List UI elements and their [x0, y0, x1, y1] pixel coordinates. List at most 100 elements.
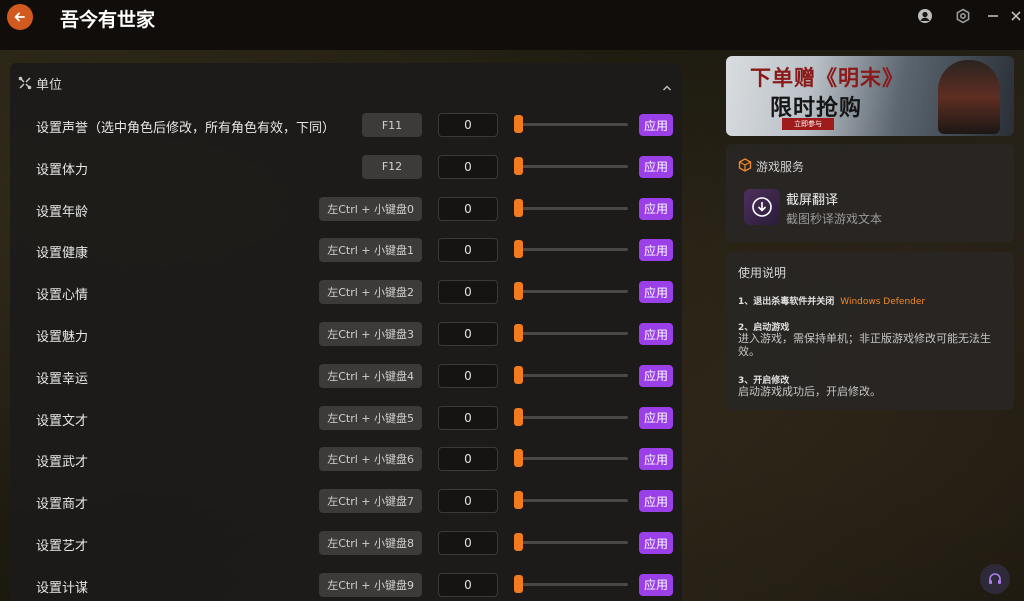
settings-icon	[956, 8, 970, 24]
value-input[interactable]: 0	[438, 489, 498, 514]
setting-label: 设置体力	[36, 162, 89, 178]
service-name[interactable]: 截屏翻译	[786, 189, 838, 208]
apply-button[interactable]: 应用	[639, 239, 673, 262]
value-input[interactable]: 0	[438, 113, 498, 137]
value-input[interactable]: 0	[438, 572, 498, 597]
user-icon	[918, 9, 932, 23]
value-slider[interactable]	[516, 123, 628, 126]
hotkey-button[interactable]: F11	[362, 113, 422, 137]
value-slider[interactable]	[516, 499, 628, 503]
value-slider[interactable]	[516, 332, 628, 335]
hotkey-button[interactable]: 左Ctrl + 小键盘1	[319, 238, 422, 263]
setting-label: 设置商才	[36, 497, 89, 513]
back-arrow-icon	[14, 12, 25, 22]
banner-cta[interactable]: 立即参与	[782, 118, 834, 130]
setting-label: 设置声誉（选中角色后修改，所有角色有效，下同）	[36, 121, 336, 136]
apply-button[interactable]: 应用	[639, 323, 673, 345]
slider-handle[interactable]	[514, 240, 523, 259]
value-slider[interactable]	[516, 248, 628, 252]
setting-row: 设置幸运 左Ctrl + 小键盘4 0 应用	[10, 363, 682, 406]
screenshot-translate-button[interactable]	[744, 189, 780, 225]
value-slider[interactable]	[516, 457, 628, 461]
value-slider[interactable]	[516, 290, 628, 294]
chevron-up-icon	[662, 85, 672, 91]
apply-button[interactable]: 应用	[639, 281, 673, 304]
game-services-card: 游戏服务 截屏翻译 截图秒译游戏文本	[726, 144, 1014, 242]
setting-label: 设置健康	[36, 246, 89, 262]
instructions-card: 使用说明 1、退出杀毒软件并关闭 Windows Defender 2、启动游戏 …	[726, 252, 1014, 410]
hotkey-button[interactable]: 左Ctrl + 小键盘9	[319, 572, 422, 597]
setting-row: 设置武才 左Ctrl + 小键盘6 0 应用	[10, 447, 682, 489]
apply-button[interactable]: 应用	[639, 114, 673, 136]
slider-handle[interactable]	[514, 407, 523, 426]
slider-handle[interactable]	[514, 324, 523, 342]
hotkey-button[interactable]: 左Ctrl + 小键盘2	[319, 280, 422, 305]
value-input[interactable]: 0	[438, 363, 498, 388]
slider-handle[interactable]	[514, 533, 523, 551]
setting-row: 设置声誉（选中角色后修改，所有角色有效，下同） F11 0 应用	[10, 113, 682, 155]
banner-headline: 下单赠《明末》	[750, 66, 904, 90]
value-input[interactable]: 0	[438, 447, 498, 472]
value-slider[interactable]	[516, 415, 628, 419]
value-input[interactable]: 0	[438, 531, 498, 555]
apply-button[interactable]: 应用	[639, 155, 673, 178]
unit-settings-panel: 单位 设置声誉（选中角色后修改，所有角色有效，下同） F11 0 应用 设置体力 F12 0…	[10, 63, 682, 601]
close-button[interactable]	[1008, 8, 1024, 24]
step1: 1、退出杀毒软件并关闭 Windows Defender	[738, 294, 925, 307]
promo-banner[interactable]: 下单赠《明末》 限时抢购 立即参与	[726, 56, 1014, 136]
value-slider[interactable]	[516, 206, 628, 210]
service-description: 截图秒译游戏文本	[786, 212, 883, 226]
back-button[interactable]	[7, 4, 33, 30]
apply-button[interactable]: 应用	[639, 573, 673, 596]
setting-row: 设置魅力 左Ctrl + 小键盘3 0 应用	[10, 322, 682, 364]
apply-button[interactable]: 应用	[639, 364, 673, 387]
value-slider[interactable]	[516, 582, 628, 586]
apply-button[interactable]: 应用	[639, 406, 673, 429]
slider-handle[interactable]	[514, 491, 523, 510]
value-slider[interactable]	[516, 373, 628, 377]
slider-handle[interactable]	[514, 115, 523, 133]
hotkey-button[interactable]: 左Ctrl + 小键盘5	[319, 405, 422, 430]
setting-label: 设置武才	[36, 455, 89, 471]
setting-label: 设置年龄	[36, 204, 89, 220]
user-button[interactable]	[917, 8, 933, 24]
hotkey-button[interactable]: 左Ctrl + 小键盘7	[319, 489, 422, 514]
value-input[interactable]: 0	[438, 238, 498, 263]
hotkey-button[interactable]: 左Ctrl + 小键盘0	[319, 196, 422, 221]
value-input[interactable]: 0	[438, 154, 498, 179]
support-button[interactable]	[980, 564, 1010, 594]
value-input[interactable]: 0	[438, 405, 498, 430]
hotkey-button[interactable]: 左Ctrl + 小键盘3	[319, 322, 422, 346]
step1-title: 1、退出杀毒软件并关闭	[738, 297, 835, 307]
value-slider[interactable]	[516, 541, 628, 544]
hotkey-button[interactable]: 左Ctrl + 小键盘4	[319, 363, 422, 388]
title-bar: 吾今有世家	[0, 0, 1024, 50]
value-slider[interactable]	[516, 164, 628, 168]
apply-button[interactable]: 应用	[639, 532, 673, 554]
instructions-title: 使用说明	[738, 266, 787, 280]
banner-character	[938, 60, 1000, 134]
apply-button[interactable]: 应用	[639, 490, 673, 513]
settings-button[interactable]	[955, 8, 971, 24]
step2-text: 进入游戏，需保持单机；非正版游戏修改可能无法生效。	[738, 332, 991, 358]
value-input[interactable]: 0	[438, 280, 498, 305]
apply-button[interactable]: 应用	[639, 197, 673, 220]
apply-button[interactable]: 应用	[639, 448, 673, 471]
slider-handle[interactable]	[514, 156, 523, 175]
slider-handle[interactable]	[514, 365, 523, 384]
slider-handle[interactable]	[514, 449, 523, 468]
value-input[interactable]: 0	[438, 322, 498, 346]
hotkey-button[interactable]: 左Ctrl + 小键盘8	[319, 531, 422, 555]
close-icon	[1011, 11, 1021, 21]
slider-handle[interactable]	[514, 282, 523, 301]
collapse-button[interactable]	[662, 77, 672, 96]
hotkey-button[interactable]: 左Ctrl + 小键盘6	[319, 447, 422, 472]
hotkey-button[interactable]: F12	[362, 154, 422, 179]
cube-icon	[738, 158, 752, 172]
section-header[interactable]: 单位	[18, 73, 62, 93]
slider-handle[interactable]	[514, 574, 523, 593]
slider-handle[interactable]	[514, 198, 523, 217]
setting-label: 设置艺才	[36, 539, 89, 554]
value-input[interactable]: 0	[438, 196, 498, 221]
minimize-button[interactable]	[985, 8, 1001, 24]
